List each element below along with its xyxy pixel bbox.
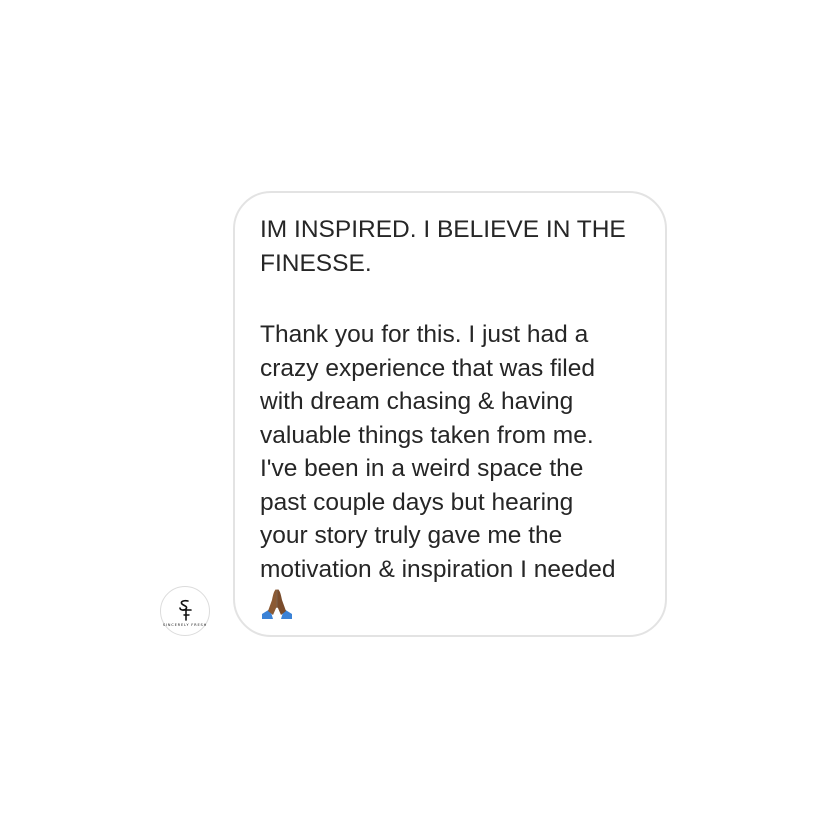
message-paragraph-1: IM INSPIRED. I BELIEVE IN THE FINESSE. bbox=[260, 216, 626, 277]
message-paragraph-2: Thank you for this. I just had a crazy e… bbox=[260, 321, 616, 583]
folded-hands-icon bbox=[262, 589, 292, 619]
message-bubble[interactable]: IM INSPIRED. I BELIEVE IN THE FINESSE. T… bbox=[233, 191, 667, 637]
sf-logo-icon bbox=[179, 599, 192, 621]
sender-avatar[interactable]: SINCERELY FRESH bbox=[160, 586, 210, 636]
avatar-caption: SINCERELY FRESH bbox=[162, 622, 208, 627]
